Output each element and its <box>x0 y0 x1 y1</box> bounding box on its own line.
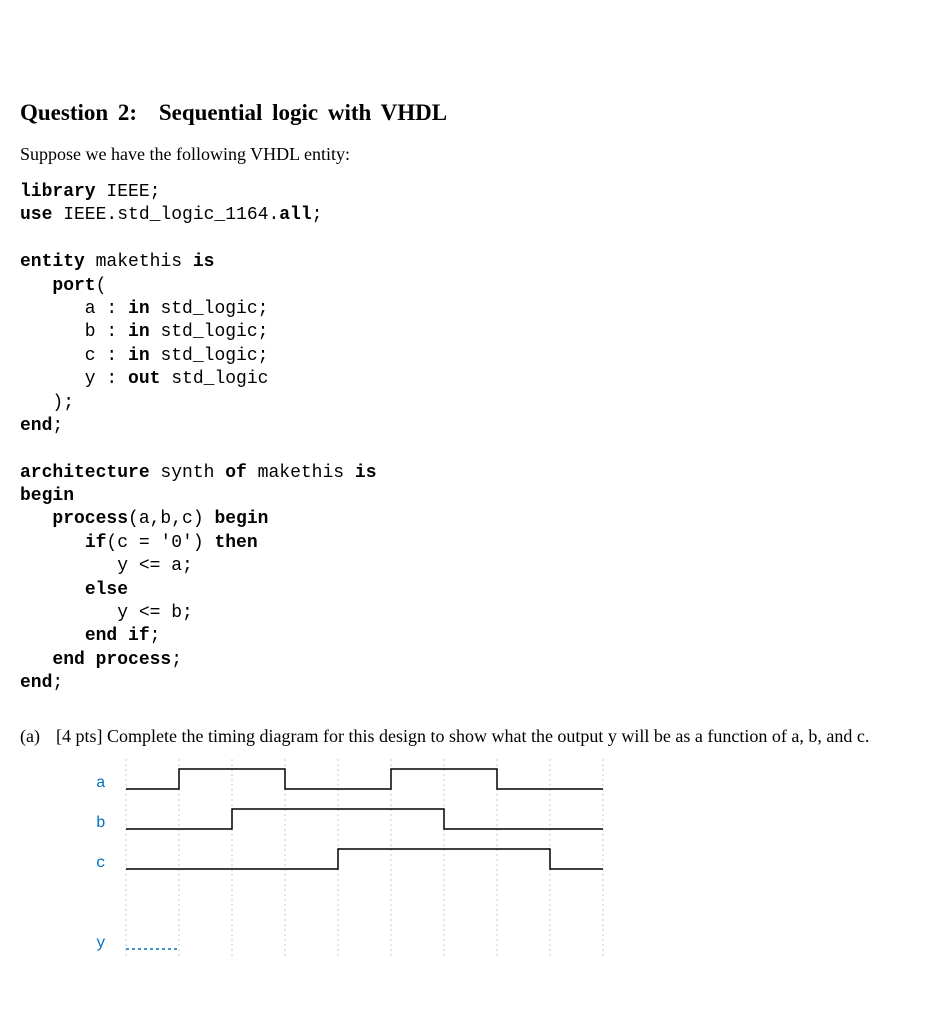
code-text: synth <box>150 463 226 483</box>
code-text: std_logic; <box>150 299 269 319</box>
code-kw: begin <box>20 486 74 506</box>
timing-diagram: a b c y <box>86 759 931 969</box>
code-text: ; <box>312 205 323 225</box>
code-kw: then <box>214 533 257 553</box>
timing-svg: a b c y <box>86 759 626 969</box>
question-heading: Question 2: Sequential logic with VHDL <box>20 100 931 126</box>
part-a-text: Complete the timing diagram for this des… <box>107 726 869 746</box>
code-text: std_logic; <box>150 346 269 366</box>
part-a: (a) [4 pts] Complete the timing diagram … <box>20 726 931 969</box>
code-text: IEEE.std_logic_1164. <box>52 205 279 225</box>
code-kw: all <box>279 205 311 225</box>
code-text: a : <box>20 299 128 319</box>
code-kw: port <box>52 276 95 296</box>
code-kw: end <box>20 673 52 693</box>
code-text: makethis <box>85 252 193 272</box>
wave-a <box>126 769 603 789</box>
signal-label-a: a <box>96 774 106 792</box>
code-text: ; <box>150 626 161 646</box>
code-kw: end <box>20 416 52 436</box>
wave-c <box>126 849 603 869</box>
code-text: y <= b; <box>20 603 193 623</box>
code-text: (a,b,c) <box>128 509 214 529</box>
code-kw: else <box>85 580 128 600</box>
code-text: ; <box>52 673 63 693</box>
part-a-points: [4 pts] <box>56 726 103 746</box>
code-kw: library <box>20 182 96 202</box>
code-text: (c = '0') <box>106 533 214 553</box>
wave-b <box>126 809 603 829</box>
code-kw: if <box>85 533 107 553</box>
code-kw: architecture <box>20 463 150 483</box>
question-title: Sequential logic with VHDL <box>159 100 447 125</box>
question-number: Question 2: <box>20 100 137 125</box>
code-kw: out <box>128 369 160 389</box>
part-a-label: (a) <box>20 726 56 747</box>
code-kw: end process <box>52 650 171 670</box>
code-text: IEEE; <box>96 182 161 202</box>
code-text: std_logic <box>160 369 268 389</box>
code-text: ; <box>52 416 63 436</box>
code-kw: entity <box>20 252 85 272</box>
question-lead: Suppose we have the following VHDL entit… <box>20 144 931 165</box>
code-text: c : <box>20 346 128 366</box>
code-text: b : <box>20 322 128 342</box>
signal-label-c: c <box>96 854 106 872</box>
code-kw: is <box>193 252 215 272</box>
code-text: std_logic; <box>150 322 269 342</box>
signal-label-y: y <box>96 934 106 952</box>
vhdl-code-block: library IEEE; use IEEE.std_logic_1164.al… <box>20 181 931 696</box>
part-a-body: [4 pts] Complete the timing diagram for … <box>56 726 931 969</box>
code-kw: in <box>128 322 150 342</box>
code-kw: in <box>128 346 150 366</box>
code-kw: process <box>52 509 128 529</box>
code-text: y : <box>20 369 128 389</box>
code-kw: end if <box>85 626 150 646</box>
code-kw: is <box>355 463 377 483</box>
signal-label-b: b <box>96 814 106 832</box>
code-text: ); <box>20 393 74 413</box>
code-kw: use <box>20 205 52 225</box>
code-text: ; <box>171 650 182 670</box>
code-kw: begin <box>214 509 268 529</box>
code-kw: of <box>225 463 247 483</box>
code-kw: in <box>128 299 150 319</box>
code-text: ( <box>96 276 107 296</box>
code-text: y <= a; <box>20 556 193 576</box>
code-text: makethis <box>247 463 355 483</box>
